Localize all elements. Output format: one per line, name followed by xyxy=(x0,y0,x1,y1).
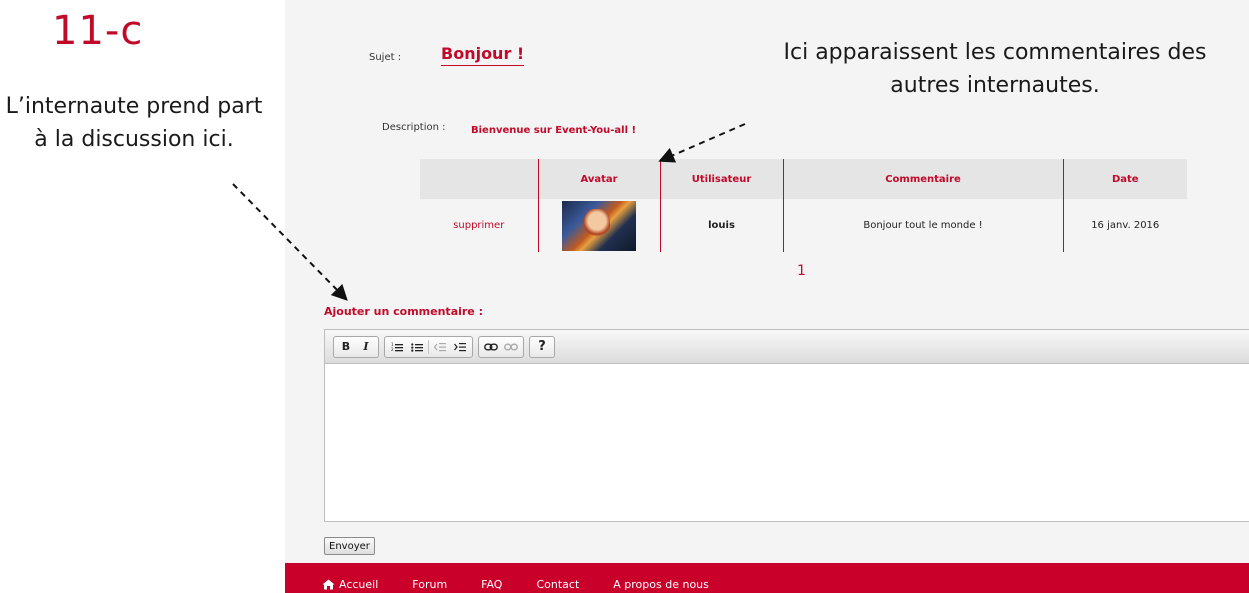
nav-item-home[interactable]: Accueil xyxy=(322,578,378,591)
editor-toolbar: B I 12 ? xyxy=(325,330,1249,364)
help-group: ? xyxy=(529,335,555,358)
description-value: Bienvenue sur Event-You-all ! xyxy=(471,125,637,136)
header-user: Utilisateur xyxy=(659,159,783,199)
add-comment-label: Ajouter un commentaire : xyxy=(324,305,483,318)
pagination-page-1[interactable]: 1 xyxy=(797,263,806,279)
ordered-list-icon[interactable]: 12 xyxy=(387,338,407,356)
header-actions xyxy=(420,159,538,199)
format-group: B I xyxy=(333,335,379,358)
top-annotation: Ici apparaissent les commentaires des au… xyxy=(783,40,1207,98)
comments-table: Avatar Utilisateur Commentaire Date supp… xyxy=(420,159,1187,252)
comment-editor: B I 12 ? xyxy=(324,329,1249,522)
outdent-icon[interactable] xyxy=(430,338,450,356)
link-icon[interactable] xyxy=(481,338,501,356)
list-group: 12 xyxy=(384,335,473,358)
help-icon[interactable]: ? xyxy=(532,338,552,356)
avatar xyxy=(562,200,636,251)
nav-item-faq[interactable]: FAQ xyxy=(481,578,502,591)
step-title: 11-c xyxy=(52,8,144,54)
home-icon xyxy=(322,579,335,590)
table-header-row: Avatar Utilisateur Commentaire Date xyxy=(420,159,1187,199)
italic-icon[interactable]: I xyxy=(356,338,376,356)
subject-value: Bonjour ! xyxy=(441,44,525,66)
unordered-list-icon[interactable] xyxy=(407,338,427,356)
delete-comment-link[interactable]: supprimer xyxy=(453,220,504,231)
indent-icon[interactable] xyxy=(450,338,470,356)
comment-text: Bonjour tout le monde ! xyxy=(782,199,1063,252)
nav-item-contact[interactable]: Contact xyxy=(536,578,579,591)
comment-date: 16 janv. 2016 xyxy=(1062,199,1187,252)
header-avatar: Avatar xyxy=(537,159,660,199)
comment-user: louis xyxy=(659,199,783,252)
nav-item-forum[interactable]: Forum xyxy=(412,578,447,591)
toolbar-separator xyxy=(428,339,429,354)
header-date: Date xyxy=(1062,159,1187,199)
header-comment: Commentaire xyxy=(782,159,1063,199)
left-annotation: L’internaute prend part à la discussion … xyxy=(5,94,263,152)
unlink-icon[interactable] xyxy=(501,338,521,356)
nav-label-home: Accueil xyxy=(339,578,379,591)
slide: 11-c L’internaute prend part à la discus… xyxy=(0,0,1249,593)
link-group xyxy=(478,335,524,358)
description-label: Description : xyxy=(382,122,446,133)
svg-text:2: 2 xyxy=(391,347,394,352)
nav-item-about[interactable]: A propos de nous xyxy=(613,578,709,591)
comment-textarea[interactable] xyxy=(325,364,1249,521)
send-button[interactable]: Envoyer xyxy=(324,537,375,555)
subject-label: Sujet : xyxy=(369,52,402,63)
footer-nav: Accueil Forum FAQ Contact A propos de no… xyxy=(285,563,1249,593)
table-row: supprimer louis Bonjour tout le monde ! … xyxy=(420,199,1187,252)
bold-icon[interactable]: B xyxy=(336,338,356,356)
